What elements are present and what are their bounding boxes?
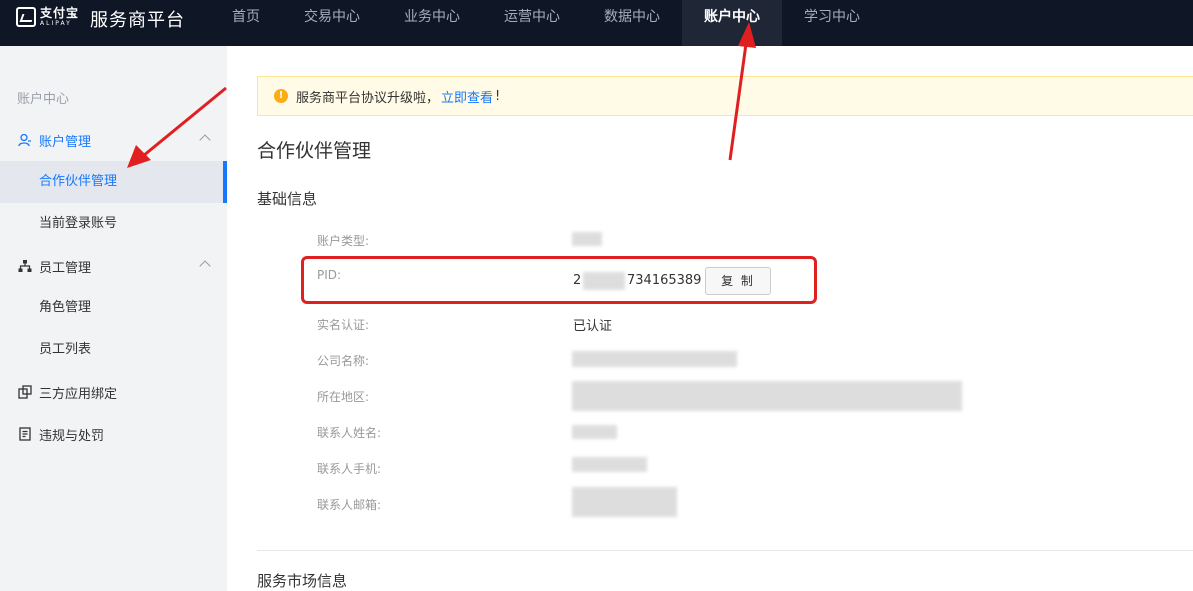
top-navigation-bar: 支付宝 ALIPAY 服务商平台 首页 交易中心 业务中心 运营中心 数据中心 … <box>0 0 1193 46</box>
notice-text: 服务商平台协议升级啦， <box>296 90 440 106</box>
sidebar-group-label: 违规与处罚 <box>39 428 105 444</box>
account-type-label: 账户类型: <box>317 234 370 248</box>
alipay-logo-icon <box>16 7 36 27</box>
nav-data-center[interactable]: 数据中心 <box>582 0 682 46</box>
sidebar-title: 账户中心 <box>17 92 70 107</box>
contact-email-value-redacted <box>572 487 677 517</box>
sidebar-item-staff-list[interactable]: 员工列表 <box>0 329 227 371</box>
logo-text-en: ALIPAY <box>40 20 72 27</box>
sidebar: 账户中心 账户管理 合作伙伴管理 当前登录账号 员工管理 角色管理 员工列表 三… <box>0 46 227 591</box>
chevron-up-icon <box>199 134 211 146</box>
section-divider <box>257 550 1193 551</box>
section-title-service-market-info: 服务市场信息 <box>257 572 348 590</box>
contact-name-label: 联系人姓名: <box>317 426 382 440</box>
sidebar-item-current-login-account[interactable]: 当前登录账号 <box>0 203 227 245</box>
warning-icon: ! <box>274 89 288 103</box>
brand-title[interactable]: 服务商平台 <box>90 6 185 32</box>
contact-name-value-redacted <box>572 425 617 439</box>
sidebar-item-partner-management[interactable]: 合作伙伴管理 <box>0 161 227 203</box>
sidebar-group-third-party-app-binding[interactable]: 三方应用绑定 <box>0 372 227 412</box>
org-chart-icon <box>18 259 32 273</box>
alipay-logo[interactable]: 支付宝 ALIPAY <box>16 7 79 27</box>
nav-learning-center[interactable]: 学习中心 <box>782 0 882 46</box>
main-nav: 首页 交易中心 业务中心 运营中心 数据中心 账户中心 学习中心 <box>210 0 882 46</box>
nav-trade-center[interactable]: 交易中心 <box>282 0 382 46</box>
sidebar-item-role-management[interactable]: 角色管理 <box>0 287 227 329</box>
region-value-redacted <box>572 381 962 411</box>
page-title: 合作伙伴管理 <box>257 140 372 162</box>
real-name-label: 实名认证: <box>317 318 370 332</box>
sidebar-group-staff-management[interactable]: 员工管理 <box>0 246 227 286</box>
company-name-value-redacted <box>572 351 737 367</box>
nav-business-center[interactable]: 业务中心 <box>382 0 482 46</box>
region-label: 所在地区: <box>317 390 370 404</box>
notice-view-link[interactable]: 立即查看 <box>441 87 493 106</box>
section-title-basic-info: 基础信息 <box>257 190 318 208</box>
document-icon <box>18 427 32 441</box>
nav-account-center[interactable]: 账户中心 <box>682 0 782 46</box>
real-name-value: 已认证 <box>573 319 613 334</box>
logo-text-cn: 支付宝 <box>40 6 80 20</box>
sidebar-group-account-management[interactable]: 账户管理 <box>0 120 227 160</box>
notice-text-end: ! <box>495 88 501 104</box>
notice-banner: ! 服务商平台协议升级啦， 立即查看 ! <box>257 76 1193 116</box>
pid-highlight-box <box>301 256 817 304</box>
sidebar-group-label: 员工管理 <box>39 260 92 276</box>
sidebar-group-label: 三方应用绑定 <box>39 386 118 402</box>
nav-home[interactable]: 首页 <box>210 0 282 46</box>
contact-phone-value-redacted <box>572 457 647 472</box>
nav-operation-center[interactable]: 运营中心 <box>482 0 582 46</box>
chevron-up-icon <box>199 260 211 272</box>
user-icon <box>18 133 32 147</box>
company-name-label: 公司名称: <box>317 354 370 368</box>
sidebar-group-violations-penalties[interactable]: 违规与处罚 <box>0 414 227 454</box>
sidebar-group-label: 账户管理 <box>39 134 92 150</box>
contact-email-label: 联系人邮箱: <box>317 498 382 512</box>
contact-phone-label: 联系人手机: <box>317 462 382 476</box>
account-type-value-redacted <box>572 232 602 246</box>
app-bind-icon <box>18 385 32 399</box>
